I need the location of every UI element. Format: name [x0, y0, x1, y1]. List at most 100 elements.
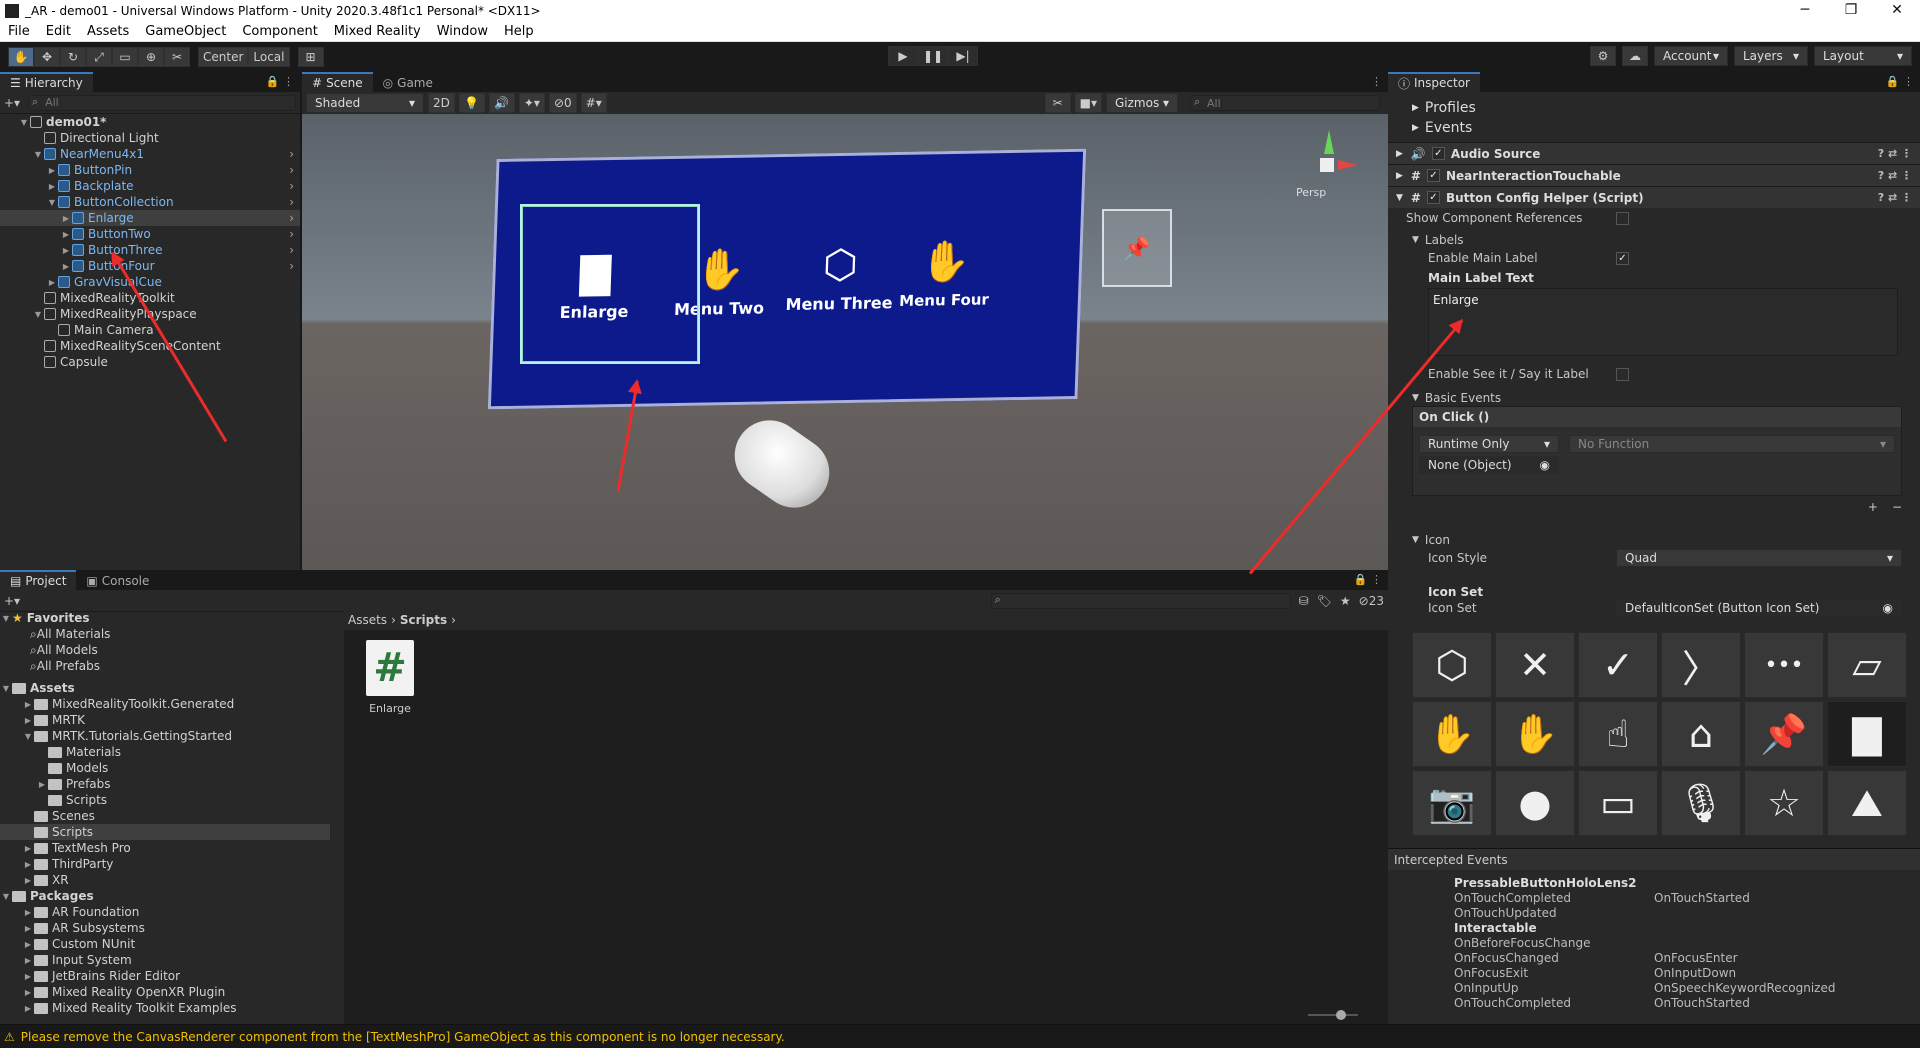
icon-header[interactable]: Icon	[1425, 533, 1450, 547]
panel-menu-icon[interactable]: 🔒 ⋮	[266, 75, 294, 88]
hierarchy-search-input[interactable]: All	[28, 94, 296, 111]
favorite-item[interactable]: ⌕ All Prefabs	[0, 658, 330, 674]
package-item[interactable]: ▶ AR Subsystems	[0, 920, 330, 936]
add-event-button[interactable]: +	[1868, 500, 1878, 514]
capsule-object[interactable]	[720, 406, 844, 522]
favorite-item[interactable]: ⌕ All Models	[0, 642, 330, 658]
icon-option[interactable]: ✓	[1578, 632, 1658, 698]
favorites-header[interactable]: ▼ ★ Favorites	[0, 610, 330, 626]
icon-option[interactable]: ✕	[1495, 632, 1575, 698]
foldout-arrow-icon[interactable]: ▼	[46, 198, 58, 207]
asset-folder-item[interactable]: ▶ Prefabs	[0, 776, 330, 792]
cloud-icon[interactable]: ☁	[1622, 46, 1648, 66]
scene-search-input[interactable]: All	[1190, 95, 1380, 111]
icon-option[interactable]: ☝	[1578, 701, 1658, 767]
chevron-right-icon[interactable]: ›	[289, 227, 294, 241]
package-item[interactable]: ▶ AR Foundation	[0, 904, 330, 920]
icon-option[interactable]: ✋	[1412, 701, 1492, 767]
hierarchy-item[interactable]: ▶ GravVisualCue	[0, 274, 300, 290]
pivot-center-button[interactable]: Center	[198, 47, 249, 67]
audio-icon[interactable]: 🔊	[488, 93, 515, 113]
component-actions[interactable]: ? ⇄ ⋮	[1878, 169, 1912, 182]
icon-option[interactable]: 📌	[1744, 701, 1824, 767]
asset-folder-item[interactable]: Scenes	[0, 808, 330, 824]
icon-option[interactable]: ✋	[1495, 701, 1575, 767]
foldout-arrow-icon[interactable]: ▶	[22, 908, 34, 917]
icon-option[interactable]: 🎙	[1661, 770, 1741, 836]
packages-header[interactable]: ▼ Packages	[0, 888, 330, 904]
asset-folder-item[interactable]: Scripts	[0, 824, 330, 840]
package-item[interactable]: ▶ JetBrains Rider Editor	[0, 968, 330, 984]
asset-folder-item[interactable]: ▼ MRTK.Tutorials.GettingStarted	[0, 728, 330, 744]
labels-header[interactable]: Labels	[1425, 233, 1464, 247]
object-picker-icon[interactable]: ◉	[1540, 458, 1550, 472]
pin-button[interactable]: 📌	[1102, 209, 1172, 287]
chevron-right-icon[interactable]: ›	[289, 195, 294, 209]
icon-option[interactable]: ⬡	[1412, 632, 1492, 698]
object-field[interactable]: None (Object) ◉	[1419, 456, 1559, 474]
asset-folder-item[interactable]: ▶ ThirdParty	[0, 856, 330, 872]
menu-help[interactable]: Help	[496, 24, 542, 39]
hierarchy-item[interactable]: ▶ Backplate ›	[0, 178, 300, 194]
tab-game[interactable]: ◎ Game	[372, 72, 443, 92]
transform-tool-button[interactable]: ⊕	[138, 47, 164, 67]
play-button[interactable]: ▶	[888, 46, 918, 66]
rotate-tool-button[interactable]: ↻	[60, 47, 86, 67]
layers-dropdown[interactable]: Layers ▾	[1734, 46, 1808, 66]
foldout-arrow-icon[interactable]: ▼	[18, 118, 30, 127]
menu-edit[interactable]: Edit	[38, 24, 79, 39]
effects-icon[interactable]: ✦▾	[518, 93, 545, 113]
panel-menu-icon[interactable]: 🔒 ⋮	[1886, 75, 1914, 88]
account-dropdown[interactable]: Account ▾	[1654, 46, 1728, 66]
assets-header[interactable]: ▼ Assets	[0, 680, 330, 696]
menu-button-three[interactable]: ⬡ Menu Three	[779, 241, 901, 314]
foldout-arrow-icon[interactable]: ▶	[60, 214, 72, 223]
hierarchy-item[interactable]: MixedRealityToolkit	[0, 290, 300, 306]
favorite-item[interactable]: ⌕ All Materials	[0, 626, 330, 642]
hierarchy-item[interactable]: ▼ NearMenu4x1 ›	[0, 146, 300, 162]
favorite-icon[interactable]: ★	[1340, 594, 1351, 608]
menu-mixed-reality[interactable]: Mixed Reality	[326, 24, 429, 39]
grid-snap-button[interactable]: ⊞	[297, 47, 324, 67]
foldout-arrow-icon[interactable]: ▶	[22, 860, 34, 869]
menu-assets[interactable]: Assets	[79, 24, 137, 39]
tab-project[interactable]: ▤ Project	[0, 570, 77, 590]
basic-events-header[interactable]: Basic Events	[1425, 391, 1501, 405]
menu-component[interactable]: Component	[234, 24, 325, 39]
menu-gameobject[interactable]: GameObject	[137, 24, 234, 39]
collab-icon[interactable]: ⚙	[1590, 46, 1616, 66]
filter-label-icon[interactable]: 🏷	[1317, 594, 1332, 608]
events-foldout[interactable]: ▶ Events	[1388, 118, 1920, 138]
package-item[interactable]: ▶ Mixed Reality OpenXR Plugin	[0, 984, 330, 1000]
icon-option[interactable]: ☆	[1744, 770, 1824, 836]
chevron-right-icon[interactable]: ›	[289, 147, 294, 161]
component-near-interaction-touchable[interactable]: ▶ # ✓ NearInteractionTouchable? ⇄ ⋮	[1388, 164, 1920, 186]
tools-icon[interactable]: ✂	[1044, 93, 1071, 113]
icon-option[interactable]: ▭	[1578, 770, 1658, 836]
hidden-layers-icon[interactable]: ⊘ 0	[548, 93, 577, 113]
tab-console[interactable]: ▣ Console	[76, 570, 160, 590]
foldout-arrow-icon[interactable]: ▼	[32, 150, 44, 159]
close-button[interactable]: ✕	[1874, 0, 1920, 22]
foldout-arrow-icon[interactable]: ▼	[32, 310, 44, 319]
menu-window[interactable]: Window	[429, 24, 496, 39]
scene-orientation-gizmo[interactable]: Persp	[1296, 124, 1358, 204]
scene-viewport[interactable]: ▇ Enlarge ✋ Menu Two ⬡ Menu Three ✋ Menu Fou…	[302, 114, 1388, 570]
enable-see-it-checkbox[interactable]	[1616, 367, 1629, 381]
panel-menu-icon[interactable]: ⋮	[1371, 75, 1382, 88]
foldout-arrow-icon[interactable]: ▶	[22, 972, 34, 981]
foldout-arrow-icon[interactable]: ▶	[22, 876, 34, 885]
asset-folder-item[interactable]: ▶ XR	[0, 872, 330, 888]
tab-inspector[interactable]: ⓘ Inspector	[1388, 72, 1480, 92]
shading-dropdown[interactable]: Shaded ▾	[306, 93, 424, 113]
lighting-icon[interactable]: 💡	[458, 93, 485, 113]
icon-option[interactable]: •••	[1744, 632, 1824, 698]
foldout-arrow-icon[interactable]: ▶	[22, 1004, 34, 1013]
breadcrumb-scripts[interactable]: Scripts	[400, 613, 447, 627]
foldout-arrow-icon[interactable]: ▶	[46, 278, 58, 287]
panel-menu-icon[interactable]: 🔒 ⋮	[1354, 573, 1382, 586]
icon-option[interactable]: ▇	[1827, 701, 1907, 767]
hierarchy-item[interactable]: Main Camera	[0, 322, 300, 338]
icon-option[interactable]: ●	[1495, 770, 1575, 836]
enabled-checkbox[interactable]: ✓	[1426, 169, 1440, 182]
